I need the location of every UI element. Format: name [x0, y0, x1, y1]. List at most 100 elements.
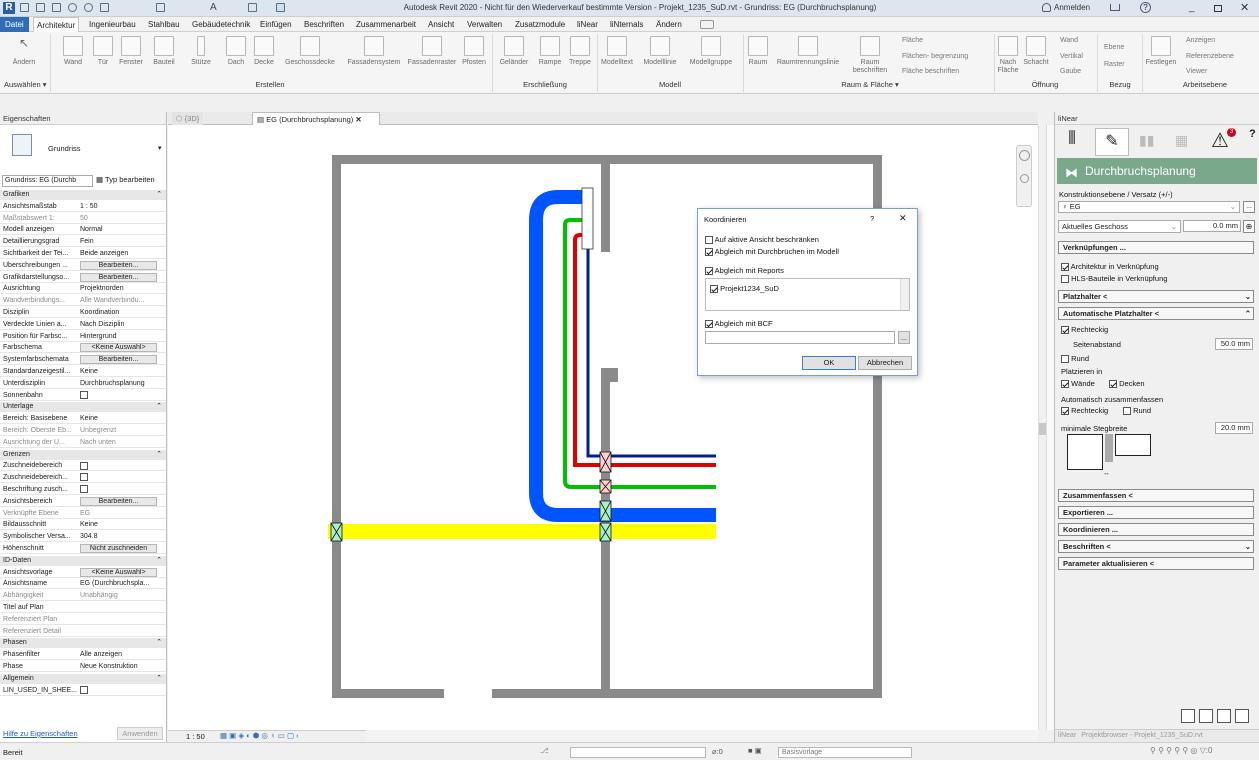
bcf-path-input[interactable]	[705, 331, 895, 344]
wall-opening-button[interactable]: Wand	[1060, 37, 1078, 44]
property-button[interactable]: <Keine Auswahl>	[80, 567, 157, 577]
sliders-icon[interactable]: ⫴	[1059, 128, 1085, 156]
ceiling-button[interactable]: Decke	[252, 34, 276, 72]
property-section[interactable]: Unterlage ⌃	[0, 402, 166, 413]
view-selector[interactable]: Grundriss: EG (Durchb	[2, 175, 93, 187]
checkbox[interactable]	[1061, 380, 1069, 389]
property-value[interactable]: Alle Wandverbindu...	[80, 296, 157, 305]
tab-3d[interactable]: ⬡ {3D}	[172, 112, 204, 125]
scroll-thumb[interactable]	[1039, 423, 1046, 435]
property-button[interactable]: Bearbeiten...	[80, 272, 157, 282]
property-row[interactable]: Modell anzeigen Normal	[0, 225, 166, 236]
close-button[interactable]: ✕	[1240, 1, 1249, 14]
koordinieren-button[interactable]: Koordinieren ...	[1058, 523, 1254, 536]
property-value[interactable]: Nach Disziplin	[80, 320, 157, 329]
property-value[interactable]: Projektnorden	[80, 284, 157, 293]
area-button[interactable]: Fläche	[902, 37, 923, 44]
roof-button[interactable]: Dach	[224, 34, 248, 72]
offset-pick-button[interactable]: ⊕	[1243, 220, 1255, 233]
tool-icon-4[interactable]	[1235, 709, 1249, 723]
room-button[interactable]: Raum	[746, 34, 770, 72]
panel-scrollbar[interactable]	[1046, 125, 1054, 730]
worksets-icon[interactable]: ⎇	[540, 746, 549, 755]
exportieren-button[interactable]: Exportieren ...	[1058, 506, 1254, 519]
revit-logo-icon[interactable]: R	[3, 2, 15, 14]
tab-projektbrowser[interactable]: Projektbrowser - Projekt_1235_SuD.rvt	[1081, 732, 1202, 739]
beschriften-section[interactable]: Beschriften < ⌄	[1058, 540, 1254, 553]
property-row[interactable]: Verknüpfte Ebene EG	[0, 509, 166, 519]
property-button[interactable]: <Keine Auswahl>	[80, 343, 157, 353]
view-scale[interactable]: 1 : 50	[186, 732, 205, 741]
property-value[interactable]	[80, 390, 157, 400]
model-group-button[interactable]: Modellgruppe	[686, 34, 736, 72]
vertical-opening-button[interactable]: Vertikal	[1060, 53, 1083, 60]
seitenabstand-input[interactable]: 50.0 mm	[1215, 338, 1253, 350]
mullion-button[interactable]: Pfosten	[460, 34, 488, 72]
property-button[interactable]: Bearbeiten...	[80, 496, 157, 506]
hls-link-option[interactable]: HLS-Bauteile in Verknüpfung	[1061, 274, 1167, 284]
column-button[interactable]: Stütze	[188, 34, 214, 72]
property-row[interactable]: Höhenschnitt Nicht zuschneiden	[0, 544, 166, 554]
property-value[interactable]: 1 : 50	[80, 202, 157, 211]
steering-wheel-icon[interactable]	[1019, 150, 1030, 161]
property-row[interactable]: Phasenfilter Alle anzeigen	[0, 650, 166, 661]
property-row[interactable]: Detaillierungsgrad Fein	[0, 237, 166, 248]
wall-bottom-left[interactable]	[332, 689, 444, 698]
by-face-button[interactable]: Nach Fläche	[996, 34, 1020, 74]
property-row[interactable]: Wandverbindungs... Alle Wandverbindu...	[0, 296, 166, 307]
room-separator-button[interactable]: Raumtrennungslinie	[772, 34, 844, 72]
option-active-view[interactable]: Auf aktive Ansicht beschränken	[705, 235, 819, 245]
tool-icon-3[interactable]	[1217, 709, 1231, 723]
sync-icon[interactable]	[52, 3, 61, 12]
property-value[interactable]: Koordination	[80, 308, 157, 317]
property-button[interactable]: Bearbeiten...	[80, 260, 157, 270]
menu-verwalten[interactable]: Verwalten	[467, 17, 502, 32]
properties-help-link[interactable]: Hilfe zu Eigenschaften	[3, 729, 78, 738]
property-value[interactable]: EG	[80, 509, 157, 518]
help-icon[interactable]: ?	[1140, 2, 1151, 13]
ramp-button[interactable]: Rampe	[536, 34, 564, 72]
collapse-icon[interactable]: ⌃	[156, 556, 162, 565]
placeholder-red-2[interactable]	[599, 479, 612, 494]
rechteckig2-option[interactable]: Rechteckig	[1061, 406, 1108, 416]
property-row[interactable]: Ansichtsmaßstab 1 : 50	[0, 202, 166, 212]
window-button[interactable]: Fenster	[116, 34, 146, 72]
user-icon[interactable]	[1042, 3, 1051, 12]
property-row[interactable]: LIN_USED_IN_SHEE...	[0, 685, 166, 696]
property-section[interactable]: Phasen ⌃	[0, 638, 166, 649]
rechteckig-option[interactable]: Rechteckig	[1061, 325, 1108, 335]
view-controls-icons[interactable]: ▦ ▣ ◈ ◐ ⬢ ◎ ♀ ▭ ▢ ‹	[220, 731, 299, 740]
option-model-openings[interactable]: Abgleich mit Durchbrüchen im Modell	[705, 247, 839, 257]
menu-zusatzmodule[interactable]: Zusatzmodule	[515, 17, 565, 32]
bcf-browse-button[interactable]: ...	[898, 331, 910, 344]
placeholder-red-1[interactable]	[599, 451, 612, 473]
checkbox[interactable]	[80, 485, 88, 494]
property-value[interactable]: Nach unten	[80, 438, 157, 447]
help-icon[interactable]: ?	[1249, 128, 1256, 140]
zoom-icon[interactable]	[1020, 174, 1029, 183]
property-value[interactable]: Fein	[80, 237, 157, 246]
placeholder-green-2[interactable]	[599, 522, 612, 542]
property-value[interactable]: 50	[80, 214, 157, 223]
component-button[interactable]: Bauteil	[150, 34, 178, 72]
tag-area-button[interactable]: Fläche beschriften	[902, 68, 959, 75]
collapse-icon[interactable]: ⌃	[156, 450, 162, 459]
checkbox[interactable]	[705, 267, 713, 276]
property-row[interactable]: Beschriftung zusch...	[0, 485, 166, 495]
workset-dropdown[interactable]	[570, 747, 706, 758]
auto-platzhalter-section[interactable]: Automatische Platzhalter < ⌃	[1058, 307, 1254, 320]
grid-icon[interactable]: ▦	[1175, 132, 1188, 149]
checkbox[interactable]	[705, 236, 713, 245]
checkbox[interactable]	[1061, 326, 1069, 335]
open-icon[interactable]	[20, 3, 29, 12]
tag-room-button[interactable]: Raum beschriften	[848, 34, 892, 74]
collapse-icon[interactable]: ⌃	[156, 402, 162, 411]
property-row[interactable]: Referenziert Plan	[0, 615, 166, 625]
floor-button[interactable]: Geschossdecke	[282, 34, 338, 72]
property-value[interactable]: Unbegrenzt	[80, 426, 157, 435]
property-row[interactable]: Ansichtsbereich Bearbeiten...	[0, 496, 166, 507]
property-section[interactable]: Grafiken ⌃	[0, 190, 166, 200]
curtain-system-button[interactable]: Fassadensystem	[344, 34, 404, 72]
door-button[interactable]: Tür	[92, 34, 114, 72]
checkbox[interactable]	[1061, 355, 1069, 364]
